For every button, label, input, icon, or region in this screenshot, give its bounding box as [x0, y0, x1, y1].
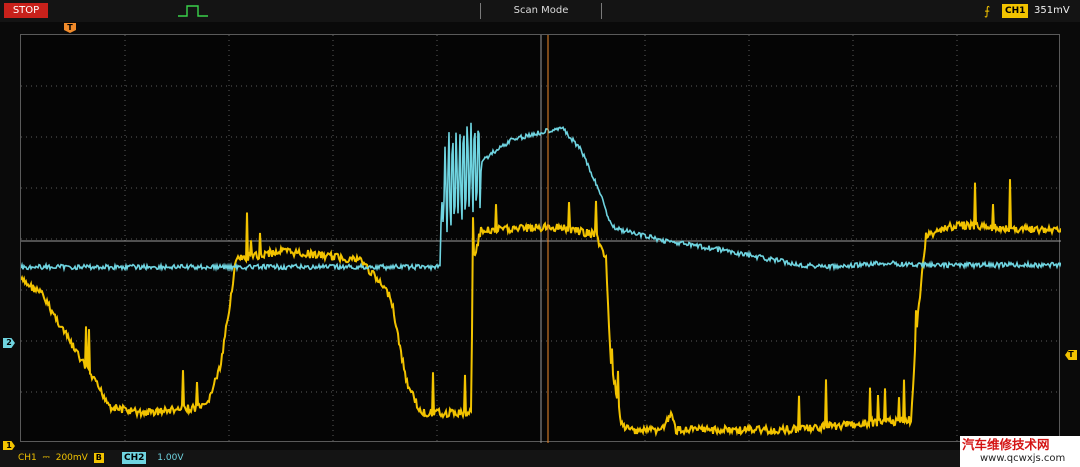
trigger-position-marker[interactable]: T [64, 23, 76, 33]
dc-coupling-icon: ⎓ [42, 453, 50, 463]
ch2-ground-marker[interactable]: 2 [3, 338, 15, 348]
watermark-url: www.qcwxjs.com [980, 453, 1066, 464]
ch2-label: CH2 [122, 452, 147, 464]
trigger-source: CH1 [1002, 4, 1029, 18]
channel-status-bar: CH1 ⎓ 200mV B CH2 1.00V [0, 450, 960, 467]
trigger-level-marker[interactable]: T [1065, 350, 1077, 360]
run-stop-indicator[interactable]: STOP [4, 3, 48, 18]
acquisition-mode-label: Scan Mode [480, 3, 602, 19]
ch2-status[interactable]: CH2 1.00V [122, 450, 183, 467]
waveform-canvas [21, 35, 1061, 443]
status-bar: STOP Scan Mode ⨍ CH1 351mV [0, 0, 1080, 22]
ch1-status[interactable]: CH1 ⎓ 200mV B [18, 450, 104, 467]
watermark-title: 汽车维修技术网 [962, 437, 1050, 452]
ch2-scale: 1.00V [157, 453, 184, 463]
pulse-icon [178, 5, 208, 17]
bandwidth-limit-badge: B [93, 453, 104, 463]
rising-edge-icon: ⨍ [984, 4, 991, 18]
ch1-scale: 200mV [55, 453, 88, 463]
trigger-level-value: 351mV [1034, 5, 1070, 16]
trigger-status[interactable]: ⨍ CH1 351mV [984, 3, 1076, 19]
waveform-display[interactable] [20, 34, 1061, 443]
ch1-label: CH1 [18, 453, 37, 463]
watermark: 汽车维修技术网 www.qcwxjs.com [960, 436, 1080, 467]
